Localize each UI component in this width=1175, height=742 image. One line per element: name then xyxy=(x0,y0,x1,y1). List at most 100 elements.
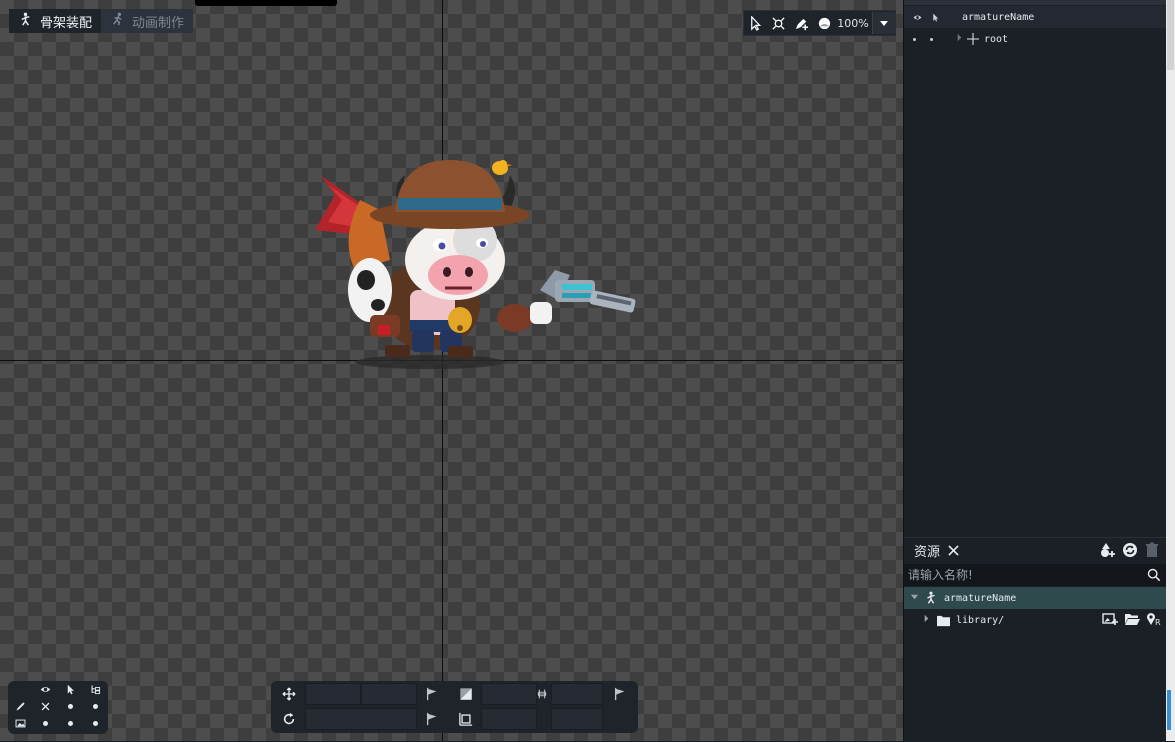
visibility-eye-header[interactable] xyxy=(33,681,58,698)
scrollbar-accent xyxy=(1167,690,1171,730)
import-image-button[interactable] xyxy=(1102,612,1118,629)
zoom-dropdown-button[interactable] xyxy=(872,12,895,34)
stage-top-bar xyxy=(195,0,337,6)
pointer-icon xyxy=(67,684,74,695)
armature-name-label: armatureName xyxy=(962,11,1035,23)
bones-visibility-toggle[interactable] xyxy=(33,698,58,715)
images-selectable-toggle[interactable] xyxy=(58,715,83,732)
scale-lock-icon[interactable] xyxy=(531,683,553,705)
move-icon xyxy=(278,683,300,705)
asset-row-armature[interactable]: armatureName xyxy=(904,587,1166,609)
bones-selectable-toggle[interactable] xyxy=(58,698,83,715)
refresh-icon xyxy=(1123,543,1137,557)
mode-tabs: 骨架装配 动画制作 xyxy=(9,9,194,33)
open-folder-button[interactable] xyxy=(1124,612,1140,629)
position-x-field[interactable] xyxy=(305,683,361,705)
root-selectable-dot[interactable] xyxy=(930,37,933,41)
close-icon[interactable] xyxy=(948,544,959,556)
tab-armature-assembly[interactable]: 骨架装配 xyxy=(9,9,102,33)
root-bone-label: root xyxy=(984,33,1009,45)
hierarchy-header[interactable] xyxy=(83,681,108,698)
expand-arrow-icon[interactable] xyxy=(955,33,965,45)
right-scrollbar[interactable] xyxy=(1166,0,1175,741)
scale-y-field[interactable] xyxy=(551,683,603,705)
shapes-add-icon xyxy=(1101,543,1115,557)
transform-panel xyxy=(271,681,638,733)
tree-row-armature[interactable]: armatureName xyxy=(904,6,1166,28)
locate-resource-button[interactable]: R xyxy=(1146,612,1162,629)
image-add-icon xyxy=(1102,612,1118,625)
images-row-icon xyxy=(8,715,33,732)
asset-search-input[interactable] xyxy=(904,564,1142,586)
scrollbar-thumb[interactable] xyxy=(1167,0,1174,70)
origin-axis-vertical xyxy=(442,0,443,741)
root-visibility-dot[interactable] xyxy=(913,37,916,41)
eye-icon[interactable] xyxy=(910,13,924,22)
bones-hierarchy-toggle[interactable] xyxy=(83,698,108,715)
bone-target-icon xyxy=(772,16,785,30)
assets-header: 资源 xyxy=(904,538,1166,562)
search-icon[interactable] xyxy=(1142,568,1166,582)
stage-canvas[interactable]: 骨架装配 动画制作 100% xyxy=(0,0,904,741)
skew-x-field[interactable] xyxy=(481,708,537,730)
delete-button[interactable] xyxy=(1144,542,1160,561)
flag-icon xyxy=(426,712,437,726)
pointer-icon[interactable] xyxy=(928,13,942,22)
caret-down-icon xyxy=(880,21,888,26)
position-key-flag[interactable] xyxy=(421,683,443,705)
position-y-field[interactable] xyxy=(361,683,417,705)
rotation-key-flag[interactable] xyxy=(421,708,443,730)
cross-icon xyxy=(41,702,50,711)
library-row-actions: R xyxy=(1102,612,1162,629)
svg-text:R: R xyxy=(1155,618,1161,626)
rotate-icon xyxy=(278,708,300,730)
images-hierarchy-toggle[interactable] xyxy=(83,715,108,732)
vis-header-blank xyxy=(8,681,33,698)
assets-tab[interactable]: 资源 xyxy=(904,541,959,560)
add-asset-button[interactable] xyxy=(1100,542,1116,561)
eye-icon xyxy=(40,687,51,692)
flag-icon xyxy=(426,687,437,701)
transform-row-position-scale xyxy=(271,683,638,709)
collapse-arrow-icon[interactable] xyxy=(910,592,920,604)
skew-icon xyxy=(455,708,477,730)
expand-arrow-icon[interactable] xyxy=(922,614,932,626)
scale-x-field[interactable] xyxy=(481,683,537,705)
skew-y-field[interactable] xyxy=(551,708,603,730)
character-sprite[interactable] xyxy=(300,150,650,370)
armature-tree-panel: armatureName root xyxy=(904,0,1166,533)
selectable-header[interactable] xyxy=(58,681,83,698)
scale-key-flag[interactable] xyxy=(609,683,631,705)
bone-tool-button[interactable] xyxy=(767,11,790,35)
brush-plus-icon xyxy=(795,18,809,30)
image-icon xyxy=(15,719,26,728)
refresh-button[interactable] xyxy=(1122,542,1138,561)
sphere-icon xyxy=(818,17,831,29)
brush-icon xyxy=(16,702,25,711)
tab-animation[interactable]: 动画制作 xyxy=(101,9,194,33)
skeleton-figure-icon xyxy=(18,12,33,31)
select-tool-button[interactable] xyxy=(744,11,767,35)
trash-icon xyxy=(1146,542,1158,557)
running-figure-icon xyxy=(110,12,125,31)
shading-toggle-button[interactable] xyxy=(813,11,836,35)
scale-icon xyxy=(455,683,477,705)
map-pin-icon: R xyxy=(1147,612,1161,627)
open-folder-icon xyxy=(1125,613,1140,625)
asset-search xyxy=(904,564,1166,586)
tree-row-root[interactable]: root xyxy=(904,28,1166,50)
hierarchy-icon xyxy=(91,685,101,695)
zoom-level[interactable]: 100% xyxy=(836,17,870,30)
asset-row-library[interactable]: library/ R xyxy=(904,609,1166,631)
skeleton-figure-icon xyxy=(924,591,938,605)
view-toolbar: 100% xyxy=(743,10,896,36)
asset-armature-label: armatureName xyxy=(944,592,1017,604)
images-visibility-toggle[interactable] xyxy=(33,715,58,732)
assets-actions xyxy=(1100,542,1160,561)
tab-animation-label: 动画制作 xyxy=(132,15,185,31)
flag-icon xyxy=(614,687,625,701)
brush-add-tool-button[interactable] xyxy=(790,11,813,35)
tab-armature-assembly-label: 骨架装配 xyxy=(40,15,93,31)
rotation-field[interactable] xyxy=(305,708,417,730)
assets-tab-label: 资源 xyxy=(914,544,941,560)
